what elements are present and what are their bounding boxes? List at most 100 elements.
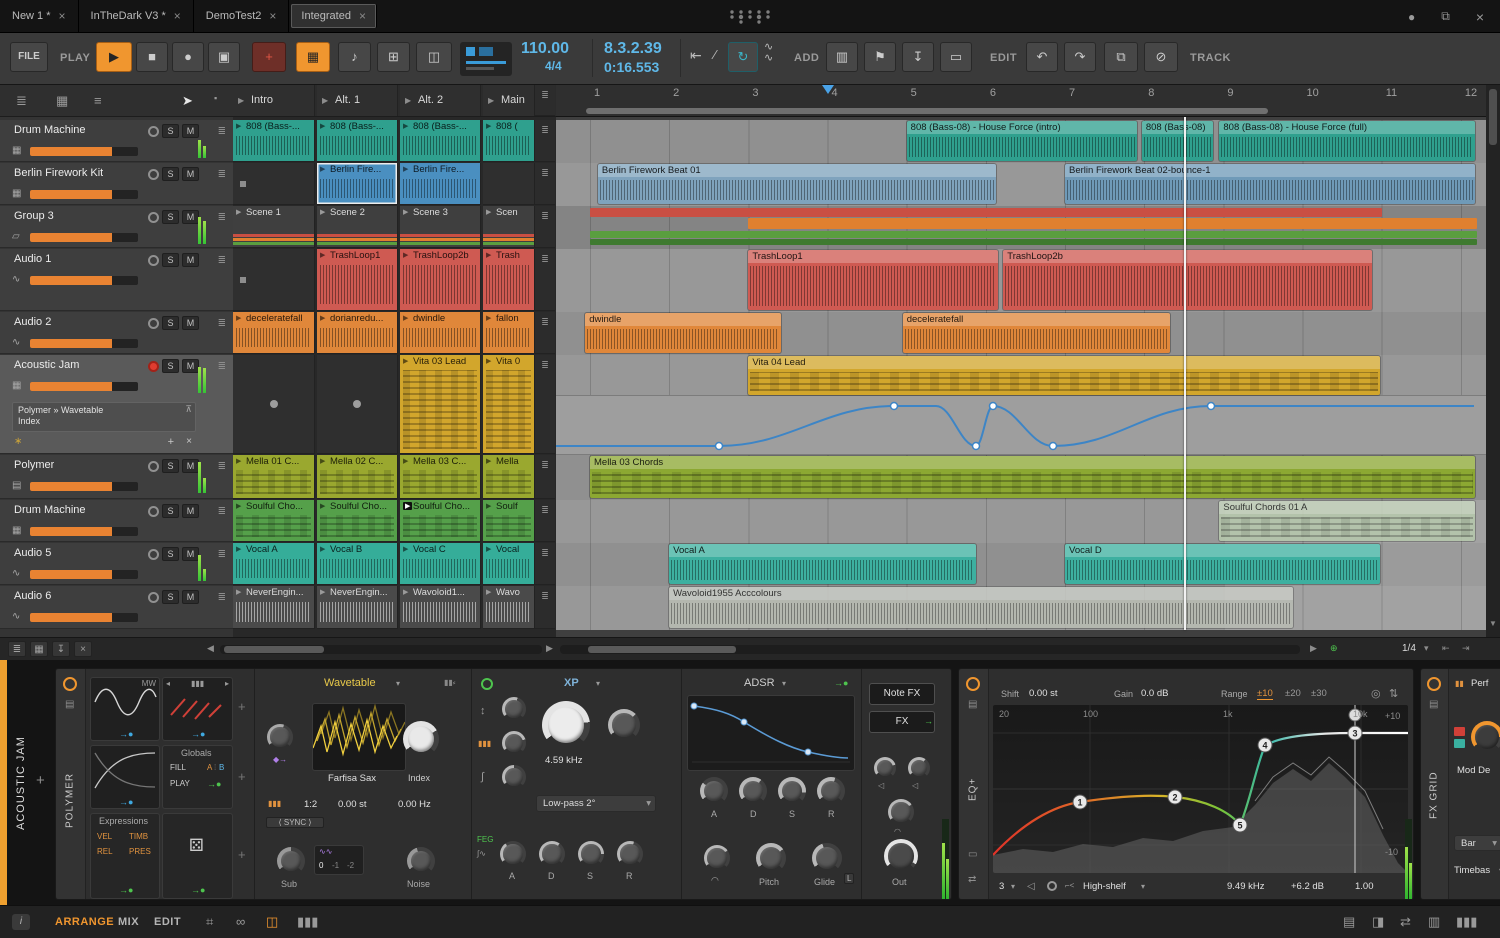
delete-button[interactable]: ⊘ (1144, 42, 1178, 72)
track-menu-icon[interactable]: ≣ (218, 592, 226, 603)
env-title[interactable]: ADSR (744, 677, 775, 689)
timeline-ruler[interactable]: 1 2 3 4 5 6 7 8 9 10 11 12 (556, 85, 1486, 117)
fxgrid-power-button[interactable] (1427, 677, 1441, 691)
clip-play-icon[interactable]: ▶ (403, 251, 408, 259)
launcher-track-menu-icon[interactable]: ≣ (535, 120, 555, 162)
clip-slot[interactable]: ▶ Trash (483, 249, 535, 311)
scene-play-icon[interactable]: ▶ (322, 85, 328, 116)
range-20-option[interactable]: ±20 (1285, 688, 1301, 699)
clip-play-icon[interactable]: ▶ (403, 502, 413, 510)
clip-slot[interactable]: ▶ Wavo (483, 586, 535, 629)
sub-knob[interactable] (277, 847, 305, 875)
glide-legato-badge[interactable]: L (844, 873, 855, 884)
volume-slider[interactable] (30, 276, 138, 285)
track-row[interactable]: Audio 5 S M ∿ ≣ (0, 543, 233, 585)
eq-band-number[interactable]: 3 (999, 881, 1004, 892)
fxgrid-folder-icon[interactable]: ▤ (1429, 699, 1438, 710)
clip-play-icon[interactable]: ▶ (486, 357, 491, 365)
automation-point[interactable] (971, 441, 981, 451)
mod-arrow-green-icon[interactable]: →● (119, 885, 133, 895)
info-icon[interactable]: i (12, 914, 30, 930)
clip-play-icon[interactable]: ▶ (236, 502, 241, 510)
clip-slot[interactable]: ▶ deceleratefall (233, 312, 315, 354)
clip-slot[interactable]: ▶ Vocal C (400, 543, 481, 585)
grid-resolution-dropdown-icon[interactable]: ▾ (1424, 643, 1429, 654)
track-menu-icon[interactable]: ≣ (218, 318, 226, 329)
vel-label[interactable]: VEL (97, 832, 112, 841)
eq-curve-display[interactable]: 20 100 1k 10k +10 -10 1 2 5 4 3 (993, 705, 1408, 873)
undo-button[interactable]: ↶ (1026, 42, 1058, 72)
eq-power-button[interactable] (966, 677, 980, 691)
clip-play-icon[interactable]: ▶ (320, 588, 325, 596)
eq-band-gain-value[interactable]: +6.2 dB (1291, 881, 1324, 892)
volume-slider[interactable] (30, 147, 138, 156)
loop-button[interactable]: ↻ (728, 42, 758, 72)
automation-write-button[interactable]: ▣ (208, 42, 240, 72)
mixer-meter-icon[interactable]: ▦ (30, 641, 48, 657)
arranger-clip[interactable]: dwindle (585, 313, 782, 353)
clip-play-icon[interactable]: ▶ (320, 165, 325, 173)
osc-detune-value[interactable]: 0.00 st (338, 799, 367, 810)
play-mode-label[interactable]: PLAY (170, 779, 190, 788)
filter-cutoff-knob[interactable] (542, 701, 590, 749)
edit-view-button[interactable]: EDIT (154, 916, 181, 928)
clip-slot[interactable] (483, 163, 535, 205)
time-display[interactable]: 0:16.553 (604, 59, 659, 75)
velocity-depth-knob[interactable] (888, 799, 914, 825)
filter-key-knob[interactable] (502, 765, 526, 789)
clear-icon[interactable]: × (74, 641, 92, 657)
play-button[interactable]: ▶ (96, 42, 132, 72)
primary-device-selector[interactable]: Polymer » Wavetable Index ⊼ (12, 402, 196, 432)
feg-a-knob[interactable] (500, 841, 526, 867)
solo-button[interactable]: S (162, 124, 179, 138)
track-menu-icon[interactable]: ≣ (218, 126, 226, 137)
device-polymer[interactable]: ▤ POLYMER MW →● →● Expressions VEL TIMB … (55, 668, 952, 900)
group-summary-bar[interactable] (590, 208, 1382, 217)
wavetable-dropdown-icon[interactable]: ▾ (396, 679, 400, 688)
mod-tag-teal[interactable] (1454, 739, 1465, 748)
clip-play-icon[interactable]: ▶ (403, 208, 408, 216)
note-fx-slot-button[interactable]: Note FX (869, 683, 935, 705)
eq-bell-icon[interactable]: ◎ (1371, 687, 1381, 700)
clip-play-icon[interactable]: ▶ (403, 545, 408, 553)
volume-slider[interactable] (30, 382, 138, 391)
track-row[interactable]: Audio 2 S M ∿ ≣ (0, 312, 233, 354)
clip-slot[interactable]: ▶ Vita 03 Lead (400, 355, 481, 454)
stop-button[interactable]: ■ (136, 42, 168, 72)
project-tab[interactable]: Integrated × (291, 4, 377, 28)
arranger-clip[interactable]: deceleratefall (902, 313, 1170, 353)
eq-folder-icon[interactable]: ▤ (968, 699, 977, 710)
add-time-button[interactable]: ⊞ (377, 42, 410, 72)
env-slope-knob[interactable] (704, 845, 730, 871)
scene-header[interactable]: ▶ Alt. 1 (317, 85, 398, 116)
clip-slot[interactable]: ▶ TrashLoop2b (400, 249, 481, 311)
mod-depth-knob[interactable] (1471, 721, 1500, 753)
mod-arrow-icon[interactable]: →● (191, 729, 205, 739)
tab-close-icon[interactable]: × (359, 9, 366, 23)
grid-view-icon[interactable]: ▦ (56, 93, 68, 109)
clip-slot[interactable]: ▶ Berlin Fire... (400, 163, 481, 205)
add-group-track-button[interactable]: ▭ (940, 42, 972, 72)
device-eq-plus[interactable]: ▤ EQ+ ▭ ⇄ Shift 0.00 st Gain 0.0 dB Rang… (958, 668, 1414, 900)
sub-oct-0[interactable]: 0 (319, 861, 323, 870)
clip-slot[interactable]: ▶ Soulf (483, 500, 535, 542)
clip-play-icon[interactable]: ▶ (236, 545, 241, 553)
env-d-knob[interactable] (739, 777, 767, 805)
track-row[interactable]: Group 3 S M ▱ ≣ (0, 206, 233, 248)
record-arm-button[interactable] (148, 360, 159, 372)
clip-play-icon[interactable]: ▶ (236, 208, 241, 216)
mod-target-icon[interactable]: ◆→ (273, 755, 287, 764)
track-row[interactable]: Drum Machine S M ▦ ≣ (0, 500, 233, 542)
clip-play-icon[interactable]: ▶ (486, 251, 491, 259)
record-arm-button[interactable] (148, 460, 159, 472)
window-status-icon[interactable]: ● (1408, 10, 1415, 24)
unison-knob[interactable] (267, 724, 293, 750)
group-summary-bar[interactable] (590, 239, 1477, 245)
ab-b-label[interactable]: B (219, 763, 224, 772)
arranger-clip[interactable]: Mella 03 Chords (590, 456, 1475, 498)
timb-label[interactable]: TIMB (129, 832, 148, 841)
clip-slot[interactable]: ▶ Mella 02 C... (317, 455, 398, 499)
bar-dropdown[interactable]: Bar ▾ (1454, 835, 1500, 851)
record-arm-button[interactable] (148, 125, 159, 137)
track-menu-icon[interactable]: ≣ (218, 506, 226, 517)
